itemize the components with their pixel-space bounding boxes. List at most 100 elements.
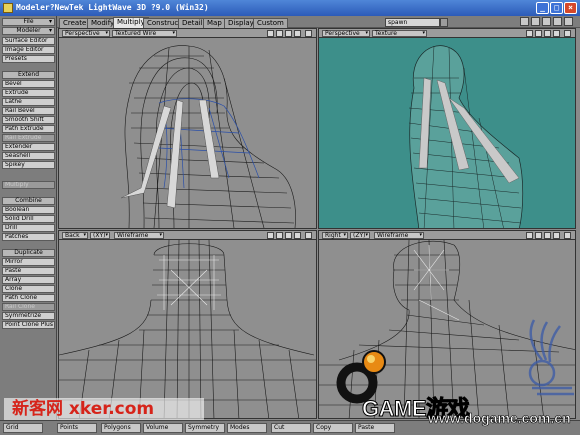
paste-button[interactable]: Paste xyxy=(2,267,55,275)
layer-icon[interactable] xyxy=(542,17,551,26)
rotate-view-icon[interactable] xyxy=(276,232,283,239)
path-extrude-button[interactable]: Path Extrude xyxy=(2,125,55,133)
move-view-icon[interactable] xyxy=(526,30,533,37)
solid-drill-button[interactable]: Solid Drill xyxy=(2,215,55,223)
zoom-view-icon[interactable] xyxy=(285,30,292,37)
axis-dropdown[interactable]: (XY) xyxy=(90,232,110,239)
bevel-button[interactable]: Bevel xyxy=(2,80,55,88)
mirror-button[interactable]: Mirror xyxy=(2,258,55,266)
title-bar: Modeler?NewTek LightWave 3D ?9.0 (Win32)… xyxy=(0,0,580,16)
zoom-view-icon[interactable] xyxy=(285,232,292,239)
copy-button[interactable]: Copy xyxy=(313,423,353,433)
symmetrize-button[interactable]: Symmetrize xyxy=(2,312,55,320)
multiply-button[interactable]: Multiply xyxy=(2,181,55,189)
combine-header: Combine xyxy=(2,197,55,205)
head-textured-perspective xyxy=(408,45,524,228)
app-icon xyxy=(3,3,13,13)
layer-icon[interactable] xyxy=(553,17,562,26)
spawn-field[interactable]: spawn xyxy=(385,18,440,27)
points-mode-button[interactable]: Points xyxy=(57,423,97,433)
boolean-button[interactable]: Boolean xyxy=(2,206,55,214)
head-wireframe-perspective xyxy=(120,45,296,228)
modes-dropdown[interactable]: Modes xyxy=(227,423,267,433)
fit-view-icon[interactable] xyxy=(553,30,560,37)
clone-button[interactable]: Clone xyxy=(2,285,55,293)
maximize-view-icon[interactable] xyxy=(305,232,312,239)
seashell-button[interactable]: Seashell xyxy=(2,152,55,160)
rotate-view-icon[interactable] xyxy=(535,30,542,37)
polygons-mode-button[interactable]: Polygons xyxy=(101,423,141,433)
array-button[interactable]: Array xyxy=(2,276,55,284)
maximize-view-icon[interactable] xyxy=(564,30,571,37)
tab-custom[interactable]: Custom xyxy=(253,18,288,28)
cut-button[interactable]: Cut xyxy=(271,423,311,433)
tool-sidebar: File Modeler Surface Editor Image Editor… xyxy=(0,16,57,420)
spikey-button[interactable]: Spikey xyxy=(2,161,55,169)
patches-button[interactable]: Patches xyxy=(2,233,55,241)
view-dropdown[interactable]: Right xyxy=(322,232,348,239)
tab-map[interactable]: Map xyxy=(203,18,226,28)
render-mode-dropdown[interactable]: Texture xyxy=(372,30,427,37)
layer-icon[interactable] xyxy=(531,17,540,26)
paste-status-button[interactable]: Paste xyxy=(355,423,395,433)
move-view-icon[interactable] xyxy=(526,232,533,239)
minimize-button[interactable]: _ xyxy=(536,2,549,14)
render-mode-dropdown[interactable]: Textured Wire xyxy=(112,30,177,37)
duplicate-header: Duplicate xyxy=(2,249,55,257)
lathe-button[interactable]: Lathe xyxy=(2,98,55,106)
presets-button[interactable]: Presets xyxy=(2,55,55,63)
extender-button[interactable]: Extender xyxy=(2,143,55,151)
fit-view-icon[interactable] xyxy=(294,232,301,239)
rail-extrude-button[interactable]: Rail Extrude xyxy=(2,134,55,142)
smooth-shift-button[interactable]: Smooth Shift xyxy=(2,116,55,124)
point-clone-plus-button[interactable]: Point Clone Plus xyxy=(2,321,55,329)
viewport-header: Right (ZY) Wireframe xyxy=(319,231,575,240)
xker-watermark: 新客网 xker.com xyxy=(4,398,204,420)
window-title: Modeler?NewTek LightWave 3D ?9.0 (Win32) xyxy=(16,3,209,12)
view-dropdown[interactable]: Perspective xyxy=(322,30,370,37)
zoom-view-icon[interactable] xyxy=(544,232,551,239)
move-view-icon[interactable] xyxy=(267,232,274,239)
move-view-icon[interactable] xyxy=(267,30,274,37)
rotate-view-icon[interactable] xyxy=(276,30,283,37)
grid-readout: Grid xyxy=(3,423,43,433)
layer-icon[interactable] xyxy=(520,17,529,26)
dogame-url: www.dogame.com.cn xyxy=(428,410,571,427)
image-editor-button[interactable]: Image Editor xyxy=(2,46,55,54)
rail-clone-button[interactable]: Rail Clone xyxy=(2,303,55,311)
maximize-view-icon[interactable] xyxy=(305,30,312,37)
viewport-top-right[interactable]: Perspective Texture xyxy=(318,28,576,229)
fit-view-icon[interactable] xyxy=(294,30,301,37)
render-mode-dropdown[interactable]: Wireframe xyxy=(114,232,164,239)
spawn-dropdown[interactable] xyxy=(440,18,448,27)
rail-bevel-button[interactable]: Rail Bevel xyxy=(2,107,55,115)
viewport-bottom-left[interactable]: Back (XY) Wireframe xyxy=(58,230,317,419)
layer-icon[interactable] xyxy=(564,17,573,26)
drill-button[interactable]: Drill xyxy=(2,224,55,232)
rotate-view-icon[interactable] xyxy=(535,232,542,239)
tab-bar: Create Modify Multiply Construct Detail … xyxy=(0,16,580,28)
path-clone-button[interactable]: Path Clone xyxy=(2,294,55,302)
extrude-button[interactable]: Extrude xyxy=(2,89,55,97)
surface-editor-button[interactable]: Surface Editor xyxy=(2,37,55,45)
axis-dropdown[interactable]: (ZY) xyxy=(350,232,370,239)
viewport-top-left[interactable]: Perspective Textured Wire xyxy=(58,28,317,229)
volume-mode-button[interactable]: Volume xyxy=(143,423,183,433)
tab-create[interactable]: Create xyxy=(59,18,91,28)
maximize-button[interactable]: □ xyxy=(550,2,563,14)
viewport-header: Perspective Texture xyxy=(319,29,575,38)
wings-emblem-icon xyxy=(528,319,574,396)
view-dropdown[interactable]: Back xyxy=(62,232,88,239)
close-button[interactable]: × xyxy=(564,2,577,14)
render-mode-dropdown[interactable]: Wireframe xyxy=(374,232,424,239)
viewport-header: Perspective Textured Wire xyxy=(59,29,316,38)
view-dropdown[interactable]: Perspective xyxy=(62,30,110,37)
modeler-menu[interactable]: Modeler xyxy=(2,27,55,35)
fit-view-icon[interactable] xyxy=(553,232,560,239)
symmetry-toggle[interactable]: Symmetry xyxy=(185,423,225,433)
head-wireframe-back xyxy=(59,240,316,418)
file-menu[interactable]: File xyxy=(2,18,55,26)
maximize-view-icon[interactable] xyxy=(564,232,571,239)
viewport-header: Back (XY) Wireframe xyxy=(59,231,316,240)
zoom-view-icon[interactable] xyxy=(544,30,551,37)
